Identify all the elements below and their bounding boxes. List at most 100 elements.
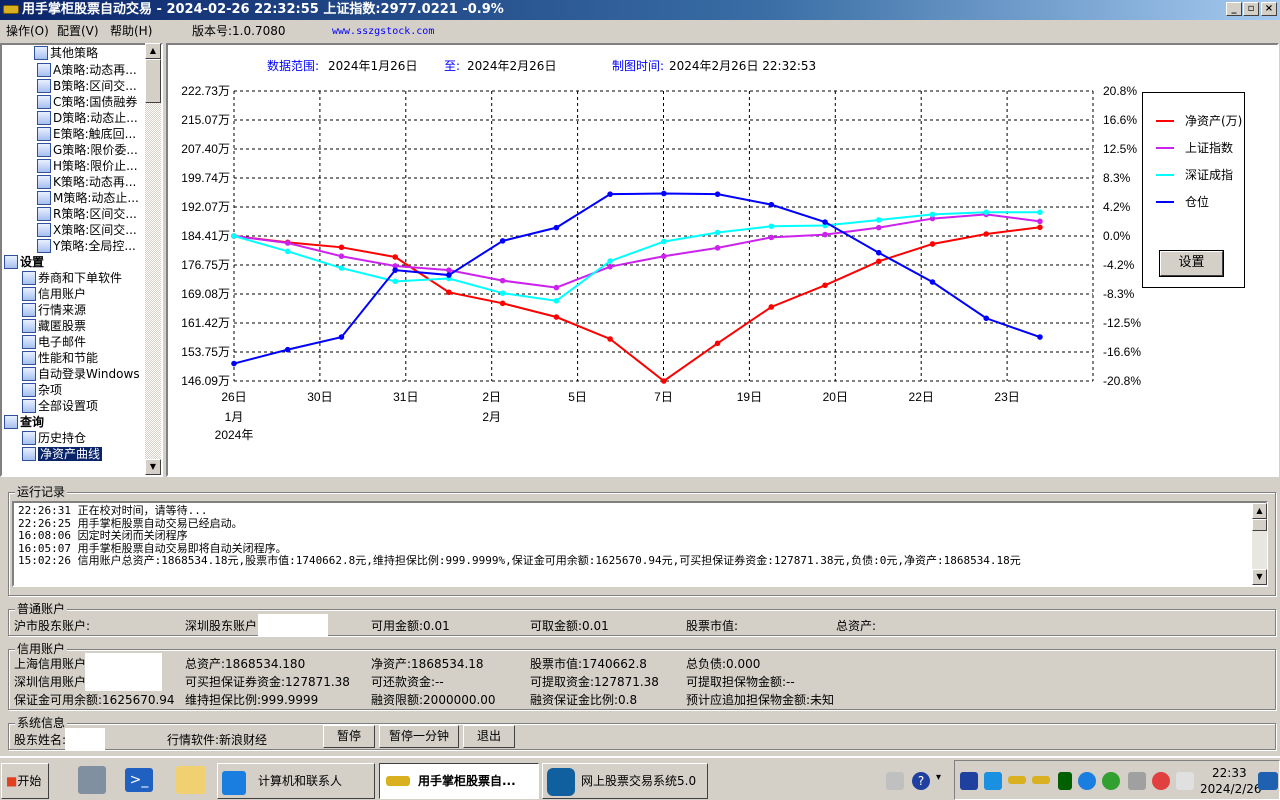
- tree-item-setting[interactable]: 自动登录Windows: [22, 366, 140, 382]
- x-tick-label: 31日: [393, 390, 418, 404]
- legend-label: 仓位: [1185, 195, 1210, 209]
- log-scroll-up[interactable]: ▲: [1252, 503, 1267, 519]
- scroll-down-button[interactable]: ▼: [145, 459, 161, 475]
- tree-item-strategy[interactable]: M策略:动态止...: [37, 190, 139, 206]
- tree-item-query[interactable]: 净资产曲线: [22, 446, 103, 462]
- net-asset-chart: 222.73万 20.8% 215.07万 16.6% 207.40万 12.5% 199.…: [181, 84, 1141, 442]
- tree-item-strategy[interactable]: B策略:区间交...: [37, 78, 137, 94]
- safely-remove-icon[interactable]: [1102, 772, 1120, 790]
- x-tick-label: 2日: [482, 390, 501, 404]
- menu-help[interactable]: 帮助(H): [110, 20, 152, 43]
- tree-group-query[interactable]: 查询: [4, 414, 44, 430]
- volume-muted-icon[interactable]: [1152, 772, 1170, 790]
- help-icon[interactable]: ?: [912, 772, 930, 790]
- clock-time[interactable]: 22:33: [1212, 766, 1247, 780]
- pause-minute-button[interactable]: 暂停一分钟: [379, 725, 459, 748]
- explorer-folder-icon[interactable]: [176, 766, 206, 794]
- x-month-label: 2月: [482, 410, 501, 424]
- desktop-toolbar-icon[interactable]: ▾: [936, 772, 954, 790]
- data-point: [553, 224, 560, 231]
- tray-app-icon[interactable]: [960, 772, 978, 790]
- log-title: 运行记录: [15, 485, 68, 499]
- tray-gold-bar-icon[interactable]: [1008, 776, 1026, 784]
- tray-t-icon[interactable]: [984, 772, 1002, 790]
- log-scroll-thumb[interactable]: [1252, 519, 1267, 531]
- clock-date[interactable]: 2024/2/26: [1200, 782, 1262, 796]
- tray-grid-icon[interactable]: [1058, 772, 1072, 790]
- chart-settings-button[interactable]: 设置: [1159, 250, 1224, 277]
- strategy-doc-icon: [37, 207, 51, 221]
- minimize-button[interactable]: _: [1226, 2, 1242, 16]
- tree-item-setting[interactable]: 全部设置项: [22, 398, 98, 414]
- tree-item-setting[interactable]: 藏匿股票: [22, 318, 86, 334]
- task-teamviewer[interactable]: 计算机和联系人: [217, 763, 375, 799]
- tree-item-setting[interactable]: 性能和节能: [22, 350, 98, 366]
- menu-operation[interactable]: 操作(O): [6, 20, 49, 43]
- data-point: [983, 231, 990, 237]
- navigation-tree: 其他策略 A策略:动态再... B策略:区间交... C策略:国债融券 D策略:动态止.…: [0, 43, 163, 477]
- exit-button[interactable]: 退出: [463, 725, 515, 748]
- close-button[interactable]: ×: [1261, 2, 1277, 16]
- server-manager-icon[interactable]: [78, 766, 106, 794]
- data-point: [392, 278, 398, 285]
- y-right-tick-label: 12.5%: [1103, 142, 1137, 156]
- data-point: [983, 315, 990, 322]
- tree-item-setting[interactable]: 杂项: [22, 382, 62, 398]
- tree-item-strategy[interactable]: K策略:动态再...: [37, 174, 136, 190]
- chart-legend: 净资产(万) 上证指数 深证成指 仓位 设置: [1142, 92, 1245, 288]
- x-tick-label: 26日: [221, 390, 246, 404]
- tree-item-label: 自动登录Windows: [38, 367, 140, 381]
- tree-item-strategy[interactable]: C策略:国债融券: [37, 94, 137, 110]
- tree-item-strategy[interactable]: E策略:触底回...: [37, 126, 136, 142]
- tree-item-strategy[interactable]: D策略:动态止...: [37, 110, 138, 126]
- keyboard-icon[interactable]: [886, 772, 904, 790]
- website-link[interactable]: www.sszgstock.com: [332, 20, 434, 43]
- tree-item-label: 行情来源: [38, 303, 87, 317]
- tree-item-setting[interactable]: 行情来源: [22, 302, 86, 318]
- log-scrollbar[interactable]: ▲ ▼: [1252, 503, 1267, 585]
- network-icon[interactable]: [1128, 772, 1146, 790]
- data-point: [714, 229, 721, 236]
- tree-item-strategy[interactable]: A策略:动态再...: [37, 62, 137, 78]
- holder-name-label: 股东姓名:: [14, 733, 67, 747]
- tree-item-strategy[interactable]: R策略:区间交...: [37, 206, 137, 222]
- y-right-tick-label: -12.5%: [1103, 316, 1141, 330]
- pause-button[interactable]: 暂停: [323, 725, 375, 748]
- tree-item-strategy[interactable]: H策略:限价止...: [37, 158, 138, 174]
- powershell-icon[interactable]: >_: [125, 768, 153, 792]
- tray-teamviewer-icon[interactable]: [1078, 772, 1096, 790]
- tree-item-strategy[interactable]: X策略:区间交...: [37, 222, 137, 238]
- available-amount: 可用金额:0.01: [371, 619, 450, 633]
- menu-config[interactable]: 配置(V): [57, 20, 99, 43]
- y-right-tick-label: -20.8%: [1103, 374, 1141, 388]
- tray-gold-bar-icon[interactable]: [1032, 776, 1050, 784]
- tree-item-setting[interactable]: 信用账户: [22, 286, 86, 302]
- scroll-up-button[interactable]: ▲: [145, 43, 161, 59]
- task-trading-system[interactable]: 网上股票交易系统5.0: [542, 763, 708, 799]
- system-info-title: 系统信息: [15, 716, 68, 730]
- tree-scrollbar[interactable]: ▲ ▼: [145, 43, 161, 475]
- credit-account-values: [85, 653, 162, 691]
- y-right-tick-label: 20.8%: [1103, 84, 1137, 98]
- buy-collateral-funds: 可买担保证券资金:127871.38: [185, 675, 350, 689]
- tree-group-settings[interactable]: 设置: [4, 254, 44, 270]
- maximize-button[interactable]: ▫: [1243, 2, 1259, 16]
- tree-item-setting[interactable]: 券商和下单软件: [22, 270, 122, 286]
- tree-item-query[interactable]: 历史持仓: [22, 430, 86, 446]
- show-desktop-icon[interactable]: [1258, 772, 1278, 790]
- tree-item-setting[interactable]: 电子邮件: [22, 334, 86, 350]
- tree-group-strategies[interactable]: 其他策略: [34, 45, 98, 61]
- data-point: [875, 217, 882, 223]
- task-sszg[interactable]: 用手掌柜股票自...: [379, 763, 539, 799]
- tree-item-strategy[interactable]: G策略:限价委...: [37, 142, 138, 158]
- y-left-tick-label: 199.74万: [181, 171, 230, 185]
- data-point: [607, 336, 613, 342]
- start-button[interactable]: ■开始: [1, 763, 49, 799]
- log-scroll-down[interactable]: ▼: [1252, 569, 1267, 585]
- action-center-flag-icon[interactable]: [1176, 772, 1194, 790]
- tree-item-label: M策略:动态止...: [53, 191, 139, 205]
- tree-item-label: 藏匿股票: [38, 319, 87, 333]
- financing-limit: 融资限额:2000000.00: [371, 693, 496, 707]
- tree-item-strategy[interactable]: Y策略:全局控...: [37, 238, 136, 254]
- scroll-thumb[interactable]: [145, 59, 161, 103]
